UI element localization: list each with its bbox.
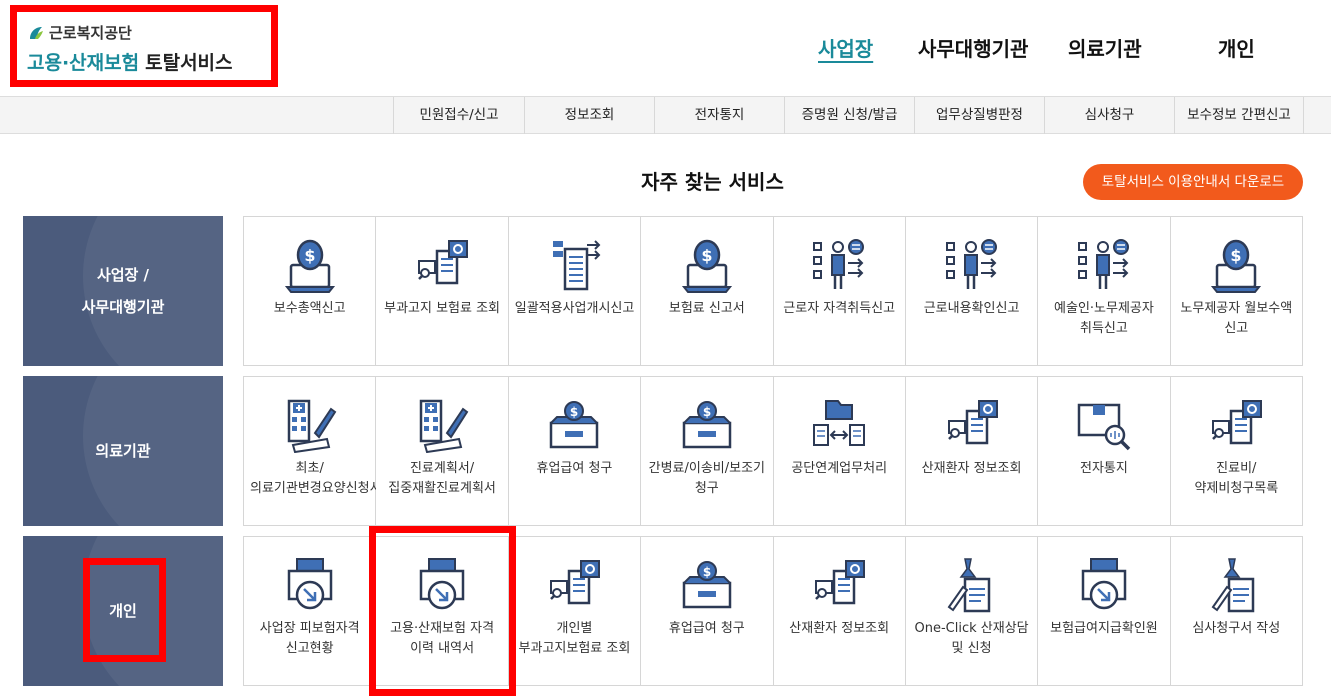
printer-download-icon <box>287 557 332 610</box>
sub-nav-e-notice[interactable]: 전자통지 <box>654 97 784 134</box>
tile-sick-leave-claim[interactable]: 휴업급여 청구 <box>508 377 642 525</box>
presenter-checklist-icon <box>812 238 865 291</box>
tile-benefit-payment-confirm[interactable]: 보험급여지급확인원 <box>1038 537 1171 685</box>
folder-exchange-icon <box>813 400 866 446</box>
service-row-medical: 의료기관 최초/의료기관변경요양신청서 진료계획서/집중재활진료계획서 휴업급여… <box>0 376 1331 526</box>
tile-bulk-business-start[interactable]: 일괄적용사업개시신고 <box>508 217 642 365</box>
tile-worker-qualification[interactable]: 근로자 자격취득신고 <box>773 217 906 365</box>
service-row-business: 사업장 / 사무대행기관 보수총액신고 부과고지 보험료 조회 일괄적용사업개시… <box>0 216 1331 366</box>
printer-download-icon <box>1081 557 1127 610</box>
hospital-pen-icon <box>419 399 469 453</box>
service-row-personal: 개인 사업장 피보험자격 신고현황 고용·산재보험 자격 이력 내역서 개인별 … <box>0 536 1331 686</box>
document-search-icon <box>947 399 998 445</box>
money-laptop-icon <box>285 239 334 293</box>
sub-nav-info-lookup[interactable]: 정보조회 <box>524 97 654 134</box>
presenter-checklist-icon <box>945 238 997 291</box>
document-search-icon <box>814 559 866 605</box>
guide-download-button[interactable]: 토탈서비스 이용안내서 다운로드 <box>1083 164 1303 200</box>
tile-personal-sick-leave-claim[interactable]: 휴업급여 청구 <box>641 537 774 685</box>
tile-work-content-confirm[interactable]: 근로내용확인신고 <box>905 217 1039 365</box>
tile-review-claim-write[interactable]: 심사청구서 작성 <box>1170 537 1302 685</box>
tile-treatment-plan[interactable]: 진료계획서/집중재활진료계획서 <box>376 377 509 525</box>
hospital-pen-icon <box>287 399 336 453</box>
money-laptop-icon <box>682 239 732 293</box>
tile-premium-report[interactable]: 보험료 신고서 <box>641 217 774 365</box>
tile-patient-info-lookup[interactable]: 산재환자 정보조회 <box>905 377 1039 525</box>
pin-document-icon <box>947 557 990 613</box>
tile-e-notice[interactable]: 전자통지 <box>1038 377 1171 525</box>
tile-group-personal: 사업장 피보험자격 신고현황 고용·산재보험 자격 이력 내역서 개인별 부과고… <box>243 536 1303 686</box>
sub-nav: 민원접수/신고 정보조회 전자통지 증명원 신청/발급 업무상질병판정 심사청구… <box>0 96 1331 134</box>
site-header: 근로복지공단 고용·산재보험 토탈서비스 사업장 사무대행기관 의료기관 개인 <box>0 0 1331 96</box>
top-nav-personal[interactable]: 개인 <box>1218 33 1255 62</box>
tile-group-business: 보수총액신고 부과고지 보험료 조회 일괄적용사업개시신고 보험료 신고서 근로… <box>243 216 1303 366</box>
tile-initial-care-application[interactable]: 최초/의료기관변경요양신청서 <box>244 377 382 525</box>
sub-nav-disease-judgment[interactable]: 업무상질병판정 <box>914 97 1044 134</box>
money-box-icon <box>550 400 599 449</box>
top-nav: 사업장 사무대행기관 의료기관 개인 <box>0 33 1331 63</box>
money-laptop-icon <box>1212 239 1261 293</box>
category-personal: 개인 <box>23 536 223 686</box>
sub-nav-review-request[interactable]: 심사청구 <box>1044 97 1174 134</box>
sub-nav-wage-report[interactable]: 보수정보 간편신고 <box>1174 97 1304 134</box>
presenter-checklist-icon <box>1077 238 1130 291</box>
top-nav-medical[interactable]: 의료기관 <box>1068 33 1142 62</box>
tile-linked-processing[interactable]: 공단연계업무처리 <box>773 377 906 525</box>
tile-group-medical: 최초/의료기관변경요양신청서 진료계획서/집중재활진료계획서 휴업급여 청구 간… <box>243 376 1303 526</box>
top-nav-business[interactable]: 사업장 <box>818 33 873 62</box>
money-box-icon <box>682 400 732 449</box>
category-business-agency: 사업장 / 사무대행기관 <box>23 216 223 366</box>
tile-insured-status-report[interactable]: 사업장 피보험자격 신고현황 <box>244 537 377 685</box>
money-box-icon <box>682 560 732 609</box>
tile-monthly-wage-report[interactable]: 노무제공자 월보수액 신고 <box>1170 217 1302 365</box>
category-medical: 의료기관 <box>23 376 223 526</box>
tile-medical-fee-list[interactable]: 진료비/약제비청구목록 <box>1170 377 1302 525</box>
box-magnifier-icon <box>1077 403 1131 451</box>
tile-artist-acquisition[interactable]: 예술인·노무제공자 취득신고 <box>1038 217 1171 365</box>
sub-nav-certificate[interactable]: 증명원 신청/발급 <box>784 97 914 134</box>
printer-download-icon <box>419 557 465 610</box>
tile-premium-notice-lookup[interactable]: 부과고지 보험료 조회 <box>376 217 509 365</box>
tile-nursing-claim[interactable]: 간병료/이송비/보조기 청구 <box>641 377 774 525</box>
tile-individual-premium-lookup[interactable]: 개인별 부과고지보험료 조회 <box>508 537 642 685</box>
pin-document-icon <box>1212 557 1255 613</box>
document-search-icon <box>1212 399 1263 445</box>
document-search-icon <box>550 559 601 605</box>
tile-wage-total-report[interactable]: 보수총액신고 <box>244 217 377 365</box>
document-search-icon <box>417 239 469 285</box>
document-transfer-icon <box>552 239 601 291</box>
tile-qualification-history[interactable]: 고용·산재보험 자격 이력 내역서 <box>376 537 509 685</box>
sub-nav-civil-petition[interactable]: 민원접수/신고 <box>393 97 524 134</box>
tile-one-click-consult[interactable]: One-Click 산재상담 및 신청 <box>905 537 1039 685</box>
tile-personal-patient-lookup[interactable]: 산재환자 정보조회 <box>773 537 906 685</box>
top-nav-agency[interactable]: 사무대행기관 <box>918 33 1028 62</box>
